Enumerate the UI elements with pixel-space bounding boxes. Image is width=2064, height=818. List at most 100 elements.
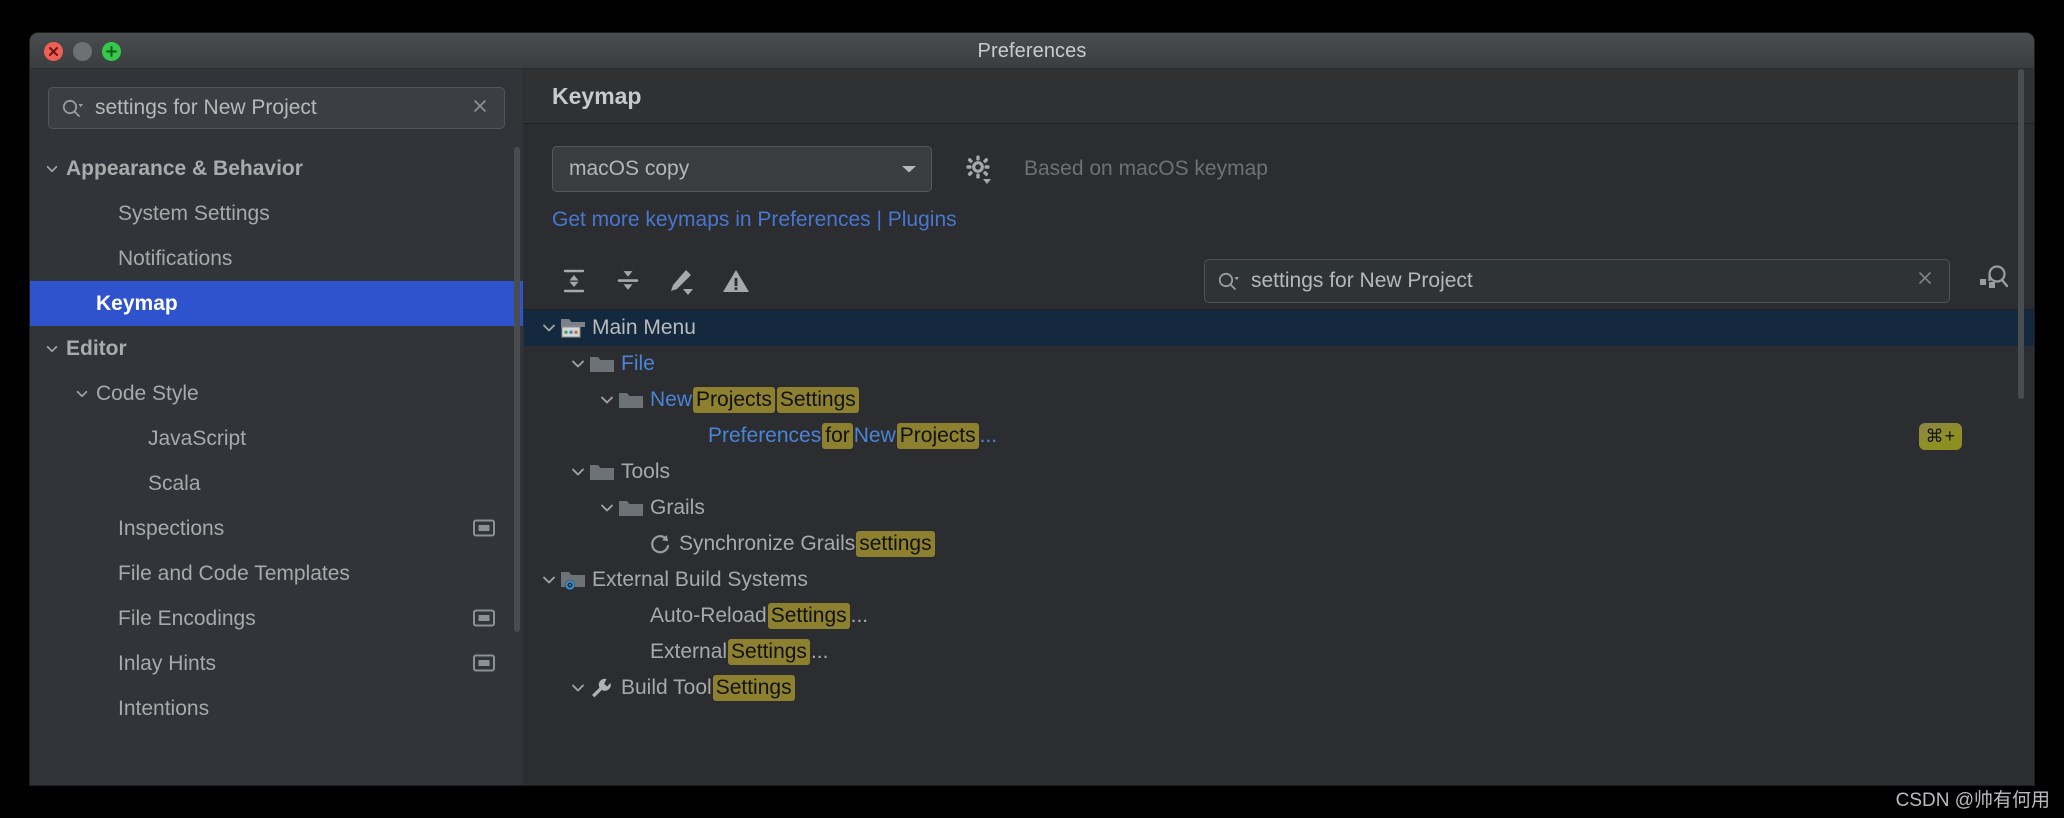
sidebar-item-inspections[interactable]: Inspections — [30, 506, 523, 551]
label-text: Build Tool — [621, 676, 712, 699]
sidebar-item-label: JavaScript — [148, 426, 247, 450]
modified-setting-icon — [473, 654, 495, 678]
label-text: Preferences — [708, 424, 822, 447]
main-menu-icon — [560, 316, 586, 340]
tree-row-file[interactable]: File — [524, 346, 2034, 382]
search-match-highlight: Settings — [712, 675, 795, 701]
expand-all-icon[interactable] — [552, 261, 596, 301]
tree-row-auto-reload-settings[interactable]: Auto-Reload Settings... — [524, 598, 2034, 634]
tree-row-label: New Projects Settings — [650, 387, 860, 413]
chevron-down-icon[interactable] — [538, 319, 560, 337]
keymap-selector-row: macOS copy Based on macOS keymap — [524, 124, 2034, 192]
sidebar-item-system-settings[interactable]: System Settings — [30, 191, 523, 236]
sidebar-search-field[interactable]: settings for New Project — [48, 87, 505, 129]
label-text: Main Menu — [592, 316, 696, 339]
folder-icon — [618, 497, 644, 519]
get-more-keymaps-link[interactable]: Get more keymaps in Preferences | Plugin… — [552, 208, 2034, 232]
chevron-down-icon[interactable] — [596, 391, 618, 409]
pane-header: Keymap — [524, 69, 2034, 124]
sidebar-item-intentions[interactable]: Intentions — [30, 686, 523, 731]
sidebar-item-appearance-behavior[interactable]: Appearance & Behavior — [30, 146, 523, 191]
tree-row-label: Tools — [621, 460, 670, 484]
find-by-shortcut-icon[interactable] — [1976, 262, 2012, 297]
sidebar-item-editor[interactable]: Editor — [30, 326, 523, 371]
tree-row-label: Build Tool Settings — [621, 675, 796, 701]
keymap-select[interactable]: macOS copy — [552, 146, 932, 192]
tree-row-grails[interactable]: Grails — [524, 490, 2034, 526]
modified-setting-icon — [473, 519, 495, 543]
sidebar-item-inlay-hints[interactable]: Inlay Hints — [30, 641, 523, 686]
clear-search-icon[interactable] — [470, 96, 490, 121]
tree-row-main-menu[interactable]: Main Menu — [524, 310, 2034, 346]
based-on-label: Based on macOS keymap — [1024, 157, 1268, 180]
tree-row-label: External Settings... — [650, 639, 828, 665]
settings-sidebar: settings for New Project Appearance & Be… — [30, 69, 524, 785]
tree-row-build-tool-settings[interactable]: Build Tool Settings — [524, 670, 2034, 706]
sidebar-item-label: Appearance & Behavior — [66, 156, 303, 180]
chevron-down-icon[interactable] — [538, 571, 560, 589]
sidebar-item-label: Inlay Hints — [118, 651, 217, 675]
chevron-down-icon[interactable] — [567, 679, 589, 697]
window-titlebar: Preferences — [30, 33, 2034, 69]
search-match-highlight: Settings — [776, 387, 859, 413]
label-text: File — [621, 352, 655, 375]
search-match-highlight: Settings — [767, 603, 850, 629]
sidebar-item-file-and-code-templates[interactable]: File and Code Templates — [30, 551, 523, 596]
sidebar-item-scala[interactable]: Scala — [30, 461, 523, 506]
tree-row-label: File — [621, 352, 655, 376]
folder-icon — [589, 461, 615, 483]
chevron-down-icon — [899, 157, 919, 181]
sidebar-scrollbar[interactable] — [514, 147, 520, 632]
wrench-icon — [589, 676, 615, 700]
label-text: Tools — [621, 460, 671, 483]
tree-row-tools[interactable]: Tools — [524, 454, 2034, 490]
refresh-icon — [647, 532, 673, 556]
label-text: ... — [850, 604, 869, 627]
label-text: External Build Systems — [592, 568, 808, 591]
sidebar-item-label: Code Style — [96, 381, 199, 405]
keymap-pane: Keymap macOS copy Based on macOS keymap … — [524, 69, 2034, 785]
edit-shortcut-icon[interactable] — [660, 261, 704, 301]
label-text: New — [650, 388, 693, 411]
tree-row-label: Auto-Reload Settings... — [650, 603, 868, 629]
label-text: ... — [810, 640, 829, 663]
page-title: Keymap — [552, 82, 642, 109]
sidebar-item-notifications[interactable]: Notifications — [30, 236, 523, 281]
sidebar-item-file-encodings[interactable]: File Encodings — [30, 596, 523, 641]
chevron-down-icon[interactable] — [44, 161, 60, 177]
sidebar-item-label: Inspections — [118, 516, 225, 540]
search-match-highlight: for — [822, 423, 853, 449]
label-text: Grails — [650, 496, 705, 519]
tree-row-new-projects-settings[interactable]: New Projects Settings — [524, 382, 2034, 418]
chevron-down-icon[interactable] — [567, 355, 589, 373]
sidebar-item-code-style[interactable]: Code Style — [30, 371, 523, 416]
chevron-down-icon[interactable] — [567, 463, 589, 481]
screenshot-root: Preferences settings for New Project App… — [0, 0, 2064, 818]
tree-row-label: Main Menu — [592, 316, 696, 340]
sidebar-item-label: System Settings — [118, 201, 270, 225]
conflicts-warning-icon[interactable] — [714, 261, 758, 301]
chevron-down-icon[interactable] — [596, 499, 618, 517]
tree-row-external-settings[interactable]: External Settings... — [524, 634, 2034, 670]
tree-row-preferences-for-new-projects[interactable]: Preferences for New Projects... ⌘+ — [524, 418, 2034, 454]
tree-row-synchronize-grails-settings[interactable]: Synchronize Grails settings — [524, 526, 2034, 562]
sidebar-item-label: File Encodings — [118, 606, 256, 630]
label-text: New — [853, 424, 896, 447]
sidebar-item-javascript[interactable]: JavaScript — [30, 416, 523, 461]
watermark: CSDN @帅有何用 — [1895, 790, 2050, 811]
sidebar-item-keymap[interactable]: Keymap — [30, 281, 523, 326]
keymap-search-field[interactable]: settings for New Project — [1204, 258, 1950, 303]
chevron-down-icon[interactable] — [44, 341, 60, 357]
keymap-gear-button[interactable] — [964, 153, 994, 185]
modified-setting-icon — [473, 609, 495, 633]
tree-scrollbar[interactable] — [2018, 69, 2024, 399]
chevron-down-icon[interactable] — [74, 386, 90, 402]
sidebar-item-label: Keymap — [96, 291, 178, 315]
tree-row-external-build-systems[interactable]: External Build Systems — [524, 562, 2034, 598]
collapse-all-icon[interactable] — [606, 261, 650, 301]
sidebar-search-value: settings for New Project — [95, 95, 317, 119]
label-text: Auto-Reload — [650, 604, 767, 627]
clear-search-icon[interactable] — [1915, 268, 1935, 293]
tree-row-label: External Build Systems — [592, 568, 808, 592]
tree-row-label: Grails — [650, 496, 705, 520]
